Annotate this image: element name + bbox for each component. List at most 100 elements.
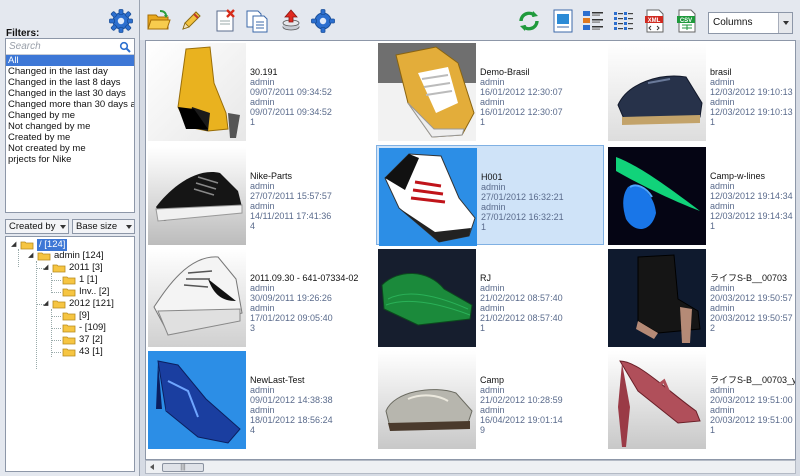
tree-node-2012-empty[interactable]: [9] xyxy=(62,310,90,322)
item-created-date: 21/02/2012 10:28:59 xyxy=(480,395,563,405)
item-version: 1 xyxy=(480,323,486,333)
item-card[interactable]: RJ admin 21/02/2012 08:57:40 admin 21/02/201… xyxy=(376,247,604,347)
filter-item-more-than-30-days[interactable]: Changed more than 30 days ago xyxy=(6,99,134,110)
search-input[interactable] xyxy=(9,41,119,52)
filter-item-last-30-days[interactable]: Changed in the last 30 days xyxy=(6,88,134,99)
item-creator: admin xyxy=(480,77,505,87)
item-card[interactable]: H001 admin 27/01/2012 16:32:21 admin 27/01/2… xyxy=(376,145,604,246)
collapse-icon[interactable]: ◢ xyxy=(28,252,34,259)
export-xml-icon[interactable]: XML xyxy=(642,8,668,34)
shoe-thumbnail[interactable] xyxy=(608,249,706,347)
item-modifier: admin xyxy=(481,202,506,212)
filter-item-projects-for-nike[interactable]: prjects for Nike xyxy=(6,154,134,165)
item-created-date: 09/01/2012 14:38:38 xyxy=(250,395,333,405)
item-modified-date: 16/04/2012 19:01:14 xyxy=(480,415,563,425)
item-created-date: 27/01/2012 16:32:21 xyxy=(481,192,564,202)
item-card[interactable]: 2011.09.30 - 641-07334-02 admin 30/09/2011… xyxy=(146,247,374,347)
shoe-thumbnail[interactable] xyxy=(148,249,246,347)
search-icon[interactable] xyxy=(119,41,131,53)
export-csv-icon[interactable]: CSV xyxy=(674,8,700,34)
folder-tree: ◢ / [124] ◢ admin [124] ◢ 2011 [3] 1 [1]… xyxy=(5,236,135,472)
open-folder-icon[interactable] xyxy=(146,8,172,34)
detail-view-icon[interactable] xyxy=(580,8,606,34)
refresh-icon[interactable] xyxy=(516,8,542,34)
collapse-icon[interactable]: ◢ xyxy=(43,264,49,271)
item-version: 1 xyxy=(481,222,487,232)
filter-item-changed-by-me[interactable]: Changed by me xyxy=(6,110,134,121)
shoe-thumbnail[interactable] xyxy=(608,351,706,449)
collapse-icon[interactable]: ◢ xyxy=(43,300,49,307)
item-modified-date: 14/11/2011 17:41:36 xyxy=(250,211,332,221)
item-card[interactable]: NewLast-Test admin 09/01/2012 14:38:38 admi… xyxy=(146,349,374,449)
edit-pencil-icon[interactable] xyxy=(178,8,204,34)
sub-group-combo[interactable]: Base size xyxy=(72,219,135,234)
item-card[interactable]: 30.191 admin 09/07/2011 09:34:52 admin 09/07… xyxy=(146,41,374,141)
item-info: 2011.09.30 - 641-07334-02 admin 30/09/2011… xyxy=(250,273,358,333)
scroll-left-icon[interactable] xyxy=(150,464,154,470)
group-by-combo[interactable]: Created by xyxy=(5,219,69,234)
item-card[interactable]: Demo-Brasil admin 16/01/2012 12:30:07 admin… xyxy=(376,41,604,141)
item-info: brasil admin 12/03/2012 19:10:13 admin 12/03… xyxy=(710,67,793,127)
tree-node-2011[interactable]: ◢ 2011 [3] xyxy=(43,262,103,274)
tree-node-2011-inv[interactable]: Inv.. [2] xyxy=(62,286,109,298)
item-card[interactable]: Nike-Parts admin 27/07/2011 15:57:57 admin 1… xyxy=(146,145,374,245)
item-version: 1 xyxy=(710,221,716,231)
chevron-down-icon[interactable] xyxy=(778,13,792,33)
tree-node-2012-dash[interactable]: - [109] xyxy=(62,322,106,334)
item-name: ライフS-B__00703_yoko xyxy=(710,375,796,385)
filter-item-all[interactable]: All xyxy=(6,55,134,66)
tree-node-2011-1[interactable]: 1 [1] xyxy=(62,274,98,286)
filter-item-last-day[interactable]: Changed in the last day xyxy=(6,66,134,77)
view-mode-select[interactable]: Columns xyxy=(708,12,793,34)
item-version: 1 xyxy=(710,117,716,127)
item-created-date: 09/07/2011 09:34:52 xyxy=(250,87,332,97)
tree-node-label: 1 [1] xyxy=(79,274,98,285)
item-card[interactable]: ライフS-B__00703 admin 20/03/2012 19:50:57 adm… xyxy=(606,247,795,347)
scrollbar-thumb[interactable]: ||| xyxy=(162,463,204,472)
item-name: 30.191 xyxy=(250,67,278,77)
copy-document-icon[interactable] xyxy=(244,8,270,34)
shoe-thumbnail[interactable] xyxy=(608,147,706,245)
item-modified-date: 12/03/2012 19:10:13 xyxy=(710,107,793,117)
shoe-thumbnail[interactable] xyxy=(378,351,476,449)
item-card[interactable]: Camp admin 21/02/2012 10:28:59 admin 16/04/2… xyxy=(376,349,604,449)
filter-item-not-created-by-me[interactable]: Not created by me xyxy=(6,143,134,154)
item-card[interactable]: ライフS-B__00703_yokoadmin20/03/2012 19:51:… xyxy=(606,349,796,449)
item-name: 2011.09.30 - 641-07334-02 xyxy=(250,273,359,283)
grouping-combos: Created by Base size xyxy=(5,219,135,234)
shoe-thumbnail[interactable] xyxy=(148,147,246,245)
item-modifier: admin xyxy=(250,405,275,415)
item-card[interactable]: brasil admin 12/03/2012 19:10:13 admin 12/03… xyxy=(606,41,795,141)
shoe-thumbnail[interactable] xyxy=(148,351,246,449)
item-created-date: 20/03/2012 19:50:57 xyxy=(710,293,793,303)
shoe-thumbnail[interactable] xyxy=(378,249,476,347)
shoe-thumbnail[interactable] xyxy=(379,148,477,246)
filter-item-not-changed-by-me[interactable]: Not changed by me xyxy=(6,121,134,132)
tree-node-2012-37[interactable]: 37 [2] xyxy=(62,334,103,346)
collapse-icon[interactable]: ◢ xyxy=(11,241,17,248)
horizontal-scrollbar[interactable]: ||| xyxy=(145,460,796,474)
gear-icon[interactable] xyxy=(108,8,134,34)
folder-icon xyxy=(62,312,76,321)
delete-document-icon[interactable] xyxy=(212,8,238,34)
shoe-thumbnail[interactable] xyxy=(608,43,706,141)
filter-item-created-by-me[interactable]: Created by me xyxy=(6,132,134,143)
item-modified-date: 17/01/2012 09:05:40 xyxy=(250,313,333,323)
shoe-thumbnail[interactable] xyxy=(378,43,476,141)
upload-database-icon[interactable] xyxy=(278,8,304,34)
tree-node-admin[interactable]: ◢ admin [124] xyxy=(28,250,104,262)
filter-item-last-8-days[interactable]: Changed in the last 8 days xyxy=(6,77,134,88)
settings-gear-icon[interactable] xyxy=(310,8,336,34)
thumbnail-view-icon[interactable] xyxy=(550,8,576,34)
list-view-icon[interactable] xyxy=(610,8,636,34)
item-modified-date: 21/02/2012 08:57:40 xyxy=(480,313,563,323)
item-info: NewLast-Test admin 09/01/2012 14:38:38 admi… xyxy=(250,375,333,435)
search-box[interactable] xyxy=(6,39,134,55)
item-created-date: 16/01/2012 12:30:07 xyxy=(480,87,563,97)
item-card[interactable]: Camp-w-lines admin 12/03/2012 19:14:34 admi… xyxy=(606,145,795,245)
shoe-thumbnail[interactable] xyxy=(148,43,246,141)
tree-node-2012[interactable]: ◢ 2012 [121] xyxy=(43,298,114,310)
item-modified-date: 18/01/2012 18:56:24 xyxy=(250,415,333,425)
item-creator: admin xyxy=(250,385,275,395)
tree-node-2012-43[interactable]: 43 [1] xyxy=(62,346,103,358)
